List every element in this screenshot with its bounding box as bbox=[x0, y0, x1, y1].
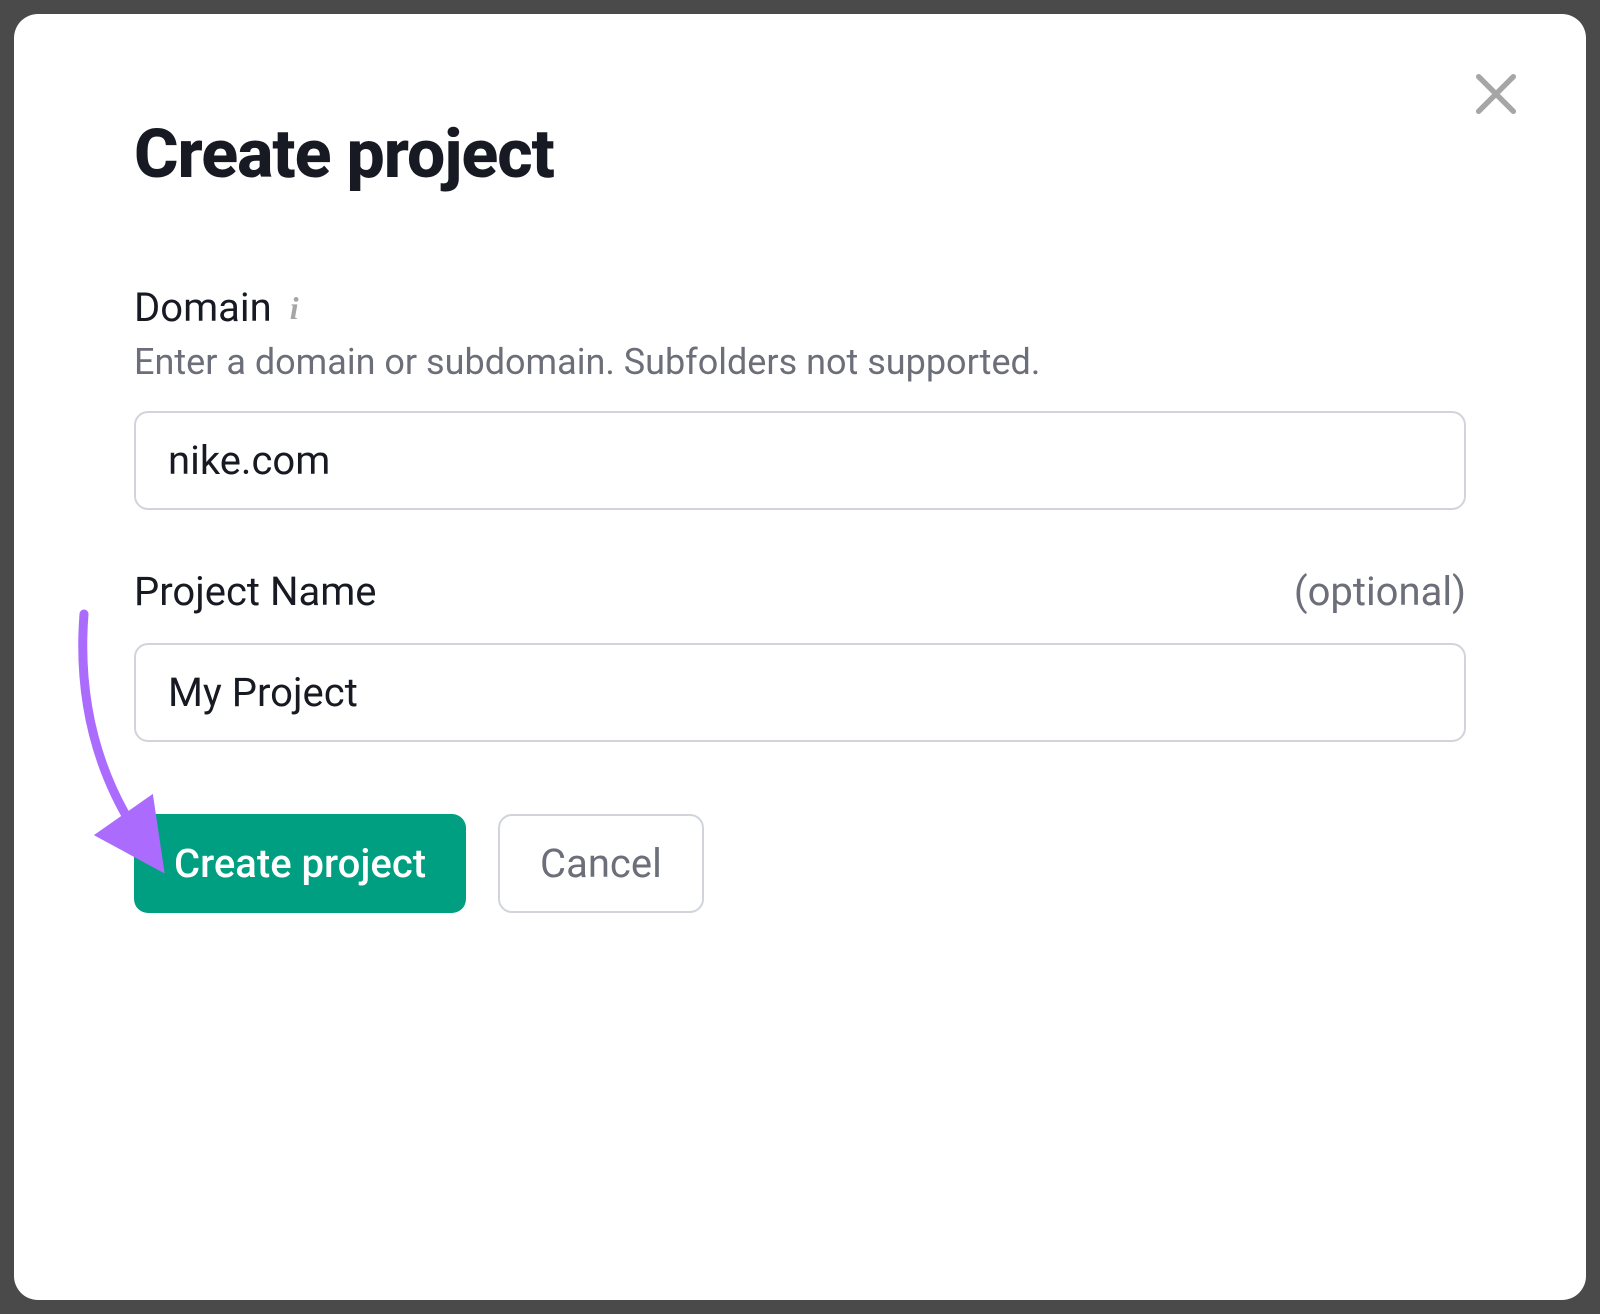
button-row: Create project Cancel bbox=[134, 814, 1466, 913]
optional-label: (optional) bbox=[1294, 568, 1466, 615]
create-project-modal: Create project Domain i Enter a domain o… bbox=[14, 14, 1586, 1300]
project-name-input[interactable] bbox=[134, 643, 1466, 742]
domain-input[interactable] bbox=[134, 411, 1466, 510]
project-name-form-group: Project Name (optional) bbox=[134, 568, 1466, 742]
domain-label: Domain bbox=[134, 284, 272, 331]
info-icon[interactable]: i bbox=[290, 290, 299, 327]
close-button[interactable] bbox=[1466, 64, 1526, 124]
project-name-label: Project Name bbox=[134, 568, 377, 615]
domain-form-group: Domain i Enter a domain or subdomain. Su… bbox=[134, 284, 1466, 510]
close-icon bbox=[1470, 68, 1522, 120]
cancel-button[interactable]: Cancel bbox=[498, 814, 704, 913]
create-project-button[interactable]: Create project bbox=[134, 814, 466, 913]
modal-title: Create project bbox=[134, 114, 1466, 194]
domain-helper-text: Enter a domain or subdomain. Subfolders … bbox=[134, 341, 1466, 383]
